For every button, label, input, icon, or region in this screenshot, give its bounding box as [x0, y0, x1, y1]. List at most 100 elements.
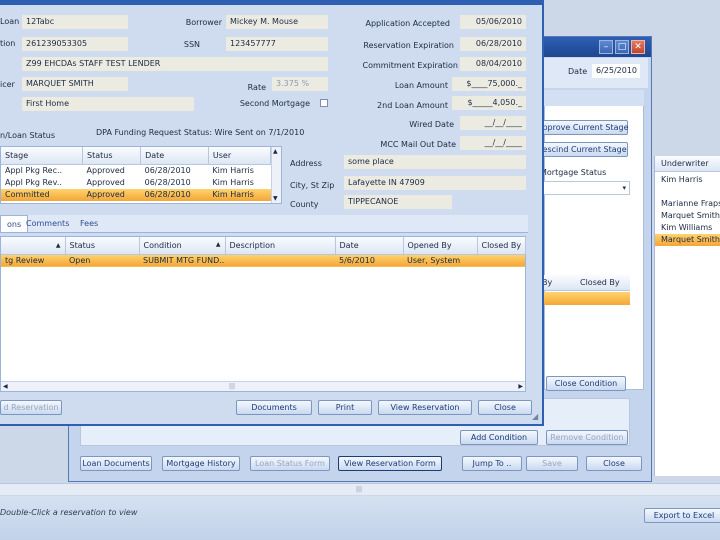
condition-header-label: Closed By	[481, 240, 522, 250]
condition-cell: User, System	[403, 254, 477, 267]
scroll-grip-icon[interactable]: |||	[229, 382, 235, 391]
export-to-excel-button[interactable]: Export to Excel	[644, 508, 720, 523]
stage-cell: Kim Harris	[212, 165, 254, 175]
view-reservation-button[interactable]: View Reservation	[378, 400, 472, 415]
loan-amount-field[interactable]: $____75,000._	[452, 77, 526, 91]
underwriter-header-label: Underwriter	[661, 159, 709, 168]
stage-column-header[interactable]: Stage	[1, 147, 84, 165]
rate-label: Rate	[247, 83, 266, 92]
scroll-down-icon[interactable]: ▼	[273, 195, 278, 202]
stage-scrollbar[interactable]: ▲ ▼	[271, 147, 281, 203]
condition-column-header[interactable]: Condition ▲	[139, 237, 226, 255]
condition-column-header[interactable]: ▲	[1, 237, 66, 255]
scroll-right-icon[interactable]: ▶	[518, 382, 523, 391]
condition-header-label: Status	[69, 240, 96, 250]
stage-cell: Approved	[86, 165, 125, 175]
view-reservation-form-button[interactable]: View Reservation Form	[338, 456, 442, 471]
condition-column-header[interactable]: Status	[65, 237, 140, 255]
back-close-button[interactable]: Close	[586, 456, 642, 471]
condition-column-header[interactable]: Opened By	[403, 237, 478, 255]
borrower-label: Borrower	[185, 18, 222, 27]
mcc-mail-out-date-label: MCC Mail Out Date	[380, 140, 456, 149]
second-loan-amount-label: 2nd Loan Amount	[377, 101, 448, 110]
resize-grip-icon[interactable]: ◢	[532, 412, 538, 421]
underwriter-item[interactable]: Kim Williams	[655, 222, 720, 234]
underwriter-item[interactable]: Marianne Fraps	[655, 198, 720, 210]
officer-label: icer	[0, 80, 15, 89]
rescind-current-stage-button[interactable]: Rescind Current Stage	[536, 142, 628, 157]
stage-column-header[interactable]: User	[208, 147, 272, 165]
stage-table: Stage Status Date User Appl Pkg Rec.. Approv…	[1, 147, 272, 201]
tab-comments[interactable]: Comments	[20, 215, 75, 232]
documents-button[interactable]: Documents	[236, 400, 312, 415]
close-condition-button[interactable]: Close Condition	[546, 376, 626, 391]
scroll-up-icon[interactable]: ▲	[273, 148, 278, 155]
mcc-mail-out-date-field[interactable]: __/__/____	[460, 136, 526, 150]
horizontal-scrollbar[interactable]: |||	[0, 483, 720, 495]
county-field[interactable]: TIPPECANOE	[344, 195, 452, 209]
close-icon[interactable]: ✕	[631, 40, 645, 54]
scrollbar-grip[interactable]: |||	[354, 485, 364, 494]
wired-date-field[interactable]: __/__/____	[460, 116, 526, 130]
loan-field[interactable]: 12Tabc	[22, 15, 128, 29]
loan-documents-button[interactable]: Loan Documents	[80, 456, 152, 471]
underwriter-item[interactable]: Marquet Smith	[655, 210, 720, 222]
table-row[interactable]: Committed Approved 06/28/2010 Kim Harris	[1, 188, 271, 201]
status-hint: Double-Click a reservation to view	[0, 508, 138, 517]
city-field[interactable]: Lafayette IN 47909	[344, 176, 526, 190]
back-condition-row[interactable]	[536, 292, 630, 305]
chevron-down-icon: ▾	[622, 184, 626, 192]
add-condition-button[interactable]: Add Condition	[460, 430, 538, 445]
tion-field[interactable]: 261239053305	[22, 37, 128, 51]
table-row[interactable]: tg Review Open SUBMIT MTG FUND.. 5/6/2010 Us…	[1, 254, 525, 267]
mortgage-history-button[interactable]: Mortgage History	[162, 456, 240, 471]
application-accepted-field[interactable]: 05/06/2010	[460, 15, 526, 29]
stage-column-header[interactable]: Date	[140, 147, 209, 165]
tab-fees[interactable]: Fees	[74, 215, 104, 232]
print-button[interactable]: Print	[318, 400, 372, 415]
condition-header-label: Description	[229, 240, 276, 250]
stage-cell: Appl Pkg Rec..	[5, 165, 63, 175]
condition-column-header[interactable]: Closed By	[477, 237, 526, 255]
address-field[interactable]: some place	[344, 155, 526, 169]
borrower-field[interactable]: Mickey M. Mouse	[226, 15, 328, 29]
minimize-icon[interactable]: –	[599, 40, 613, 54]
condition-column-header[interactable]: Date	[335, 237, 404, 255]
conditions-hscroll[interactable]: ◀ ||| ▶	[1, 381, 525, 391]
second-mortgage-checkbox[interactable]	[320, 99, 328, 107]
jump-to-button[interactable]: Jump To ..	[462, 456, 522, 471]
county-label: County	[290, 200, 319, 209]
stage-column-header[interactable]: Status	[82, 147, 142, 165]
second-loan-amount-field[interactable]: $_____4,050._	[452, 96, 526, 110]
lender-field[interactable]: Z99 EHCDAs STAFF TEST LENDER	[22, 57, 328, 71]
underwriter-item[interactable]: Kim Harris	[655, 174, 720, 186]
front-close-button[interactable]: Close	[478, 400, 532, 415]
condition-cell: tg Review	[1, 254, 65, 267]
wired-date-label: Wired Date	[409, 120, 454, 129]
maximize-icon[interactable]: □	[615, 40, 629, 54]
commitment-expiration-label: Commitment Expiration	[362, 61, 459, 70]
loan-status-label: n/Loan Status	[0, 131, 55, 140]
condition-column-header[interactable]: Description	[225, 237, 336, 255]
stage-cell: Kim Harris	[212, 177, 254, 187]
ssn-field[interactable]: 123457777	[226, 37, 328, 51]
loan-status-form-button: Loan Status Form	[250, 456, 330, 471]
underwriter-item[interactable]	[655, 186, 720, 198]
stage-cell: Kim Harris	[208, 188, 271, 201]
date-field[interactable]: 6/25/2010	[592, 64, 640, 78]
underwriter-item[interactable]: Marquet Smith	[655, 234, 720, 246]
table-row[interactable]: Appl Pkg Rev.. Approved 06/28/2010 Kim Harr…	[1, 177, 271, 189]
table-row[interactable]: Appl Pkg Rec.. Approved 06/28/2010 Kim Harr…	[1, 164, 271, 177]
condition-cell	[225, 254, 335, 267]
commitment-expiration-field[interactable]: 08/04/2010	[460, 57, 526, 71]
first-home-field[interactable]: First Home	[22, 97, 194, 111]
reservation-expiration-field[interactable]: 06/28/2010	[460, 37, 526, 51]
sort-icon: ▲	[215, 240, 221, 248]
second-mortgage-label: Second Mortgage	[239, 99, 310, 108]
officer-field[interactable]: MARQUET SMITH	[22, 77, 128, 91]
back-section-header	[544, 90, 644, 106]
scroll-left-icon[interactable]: ◀	[3, 382, 8, 391]
stage-cell: 06/28/2010	[144, 177, 191, 187]
mortgage-status-dropdown[interactable]: ▾	[540, 181, 630, 195]
approve-current-stage-button[interactable]: Approve Current Stage	[536, 120, 629, 135]
